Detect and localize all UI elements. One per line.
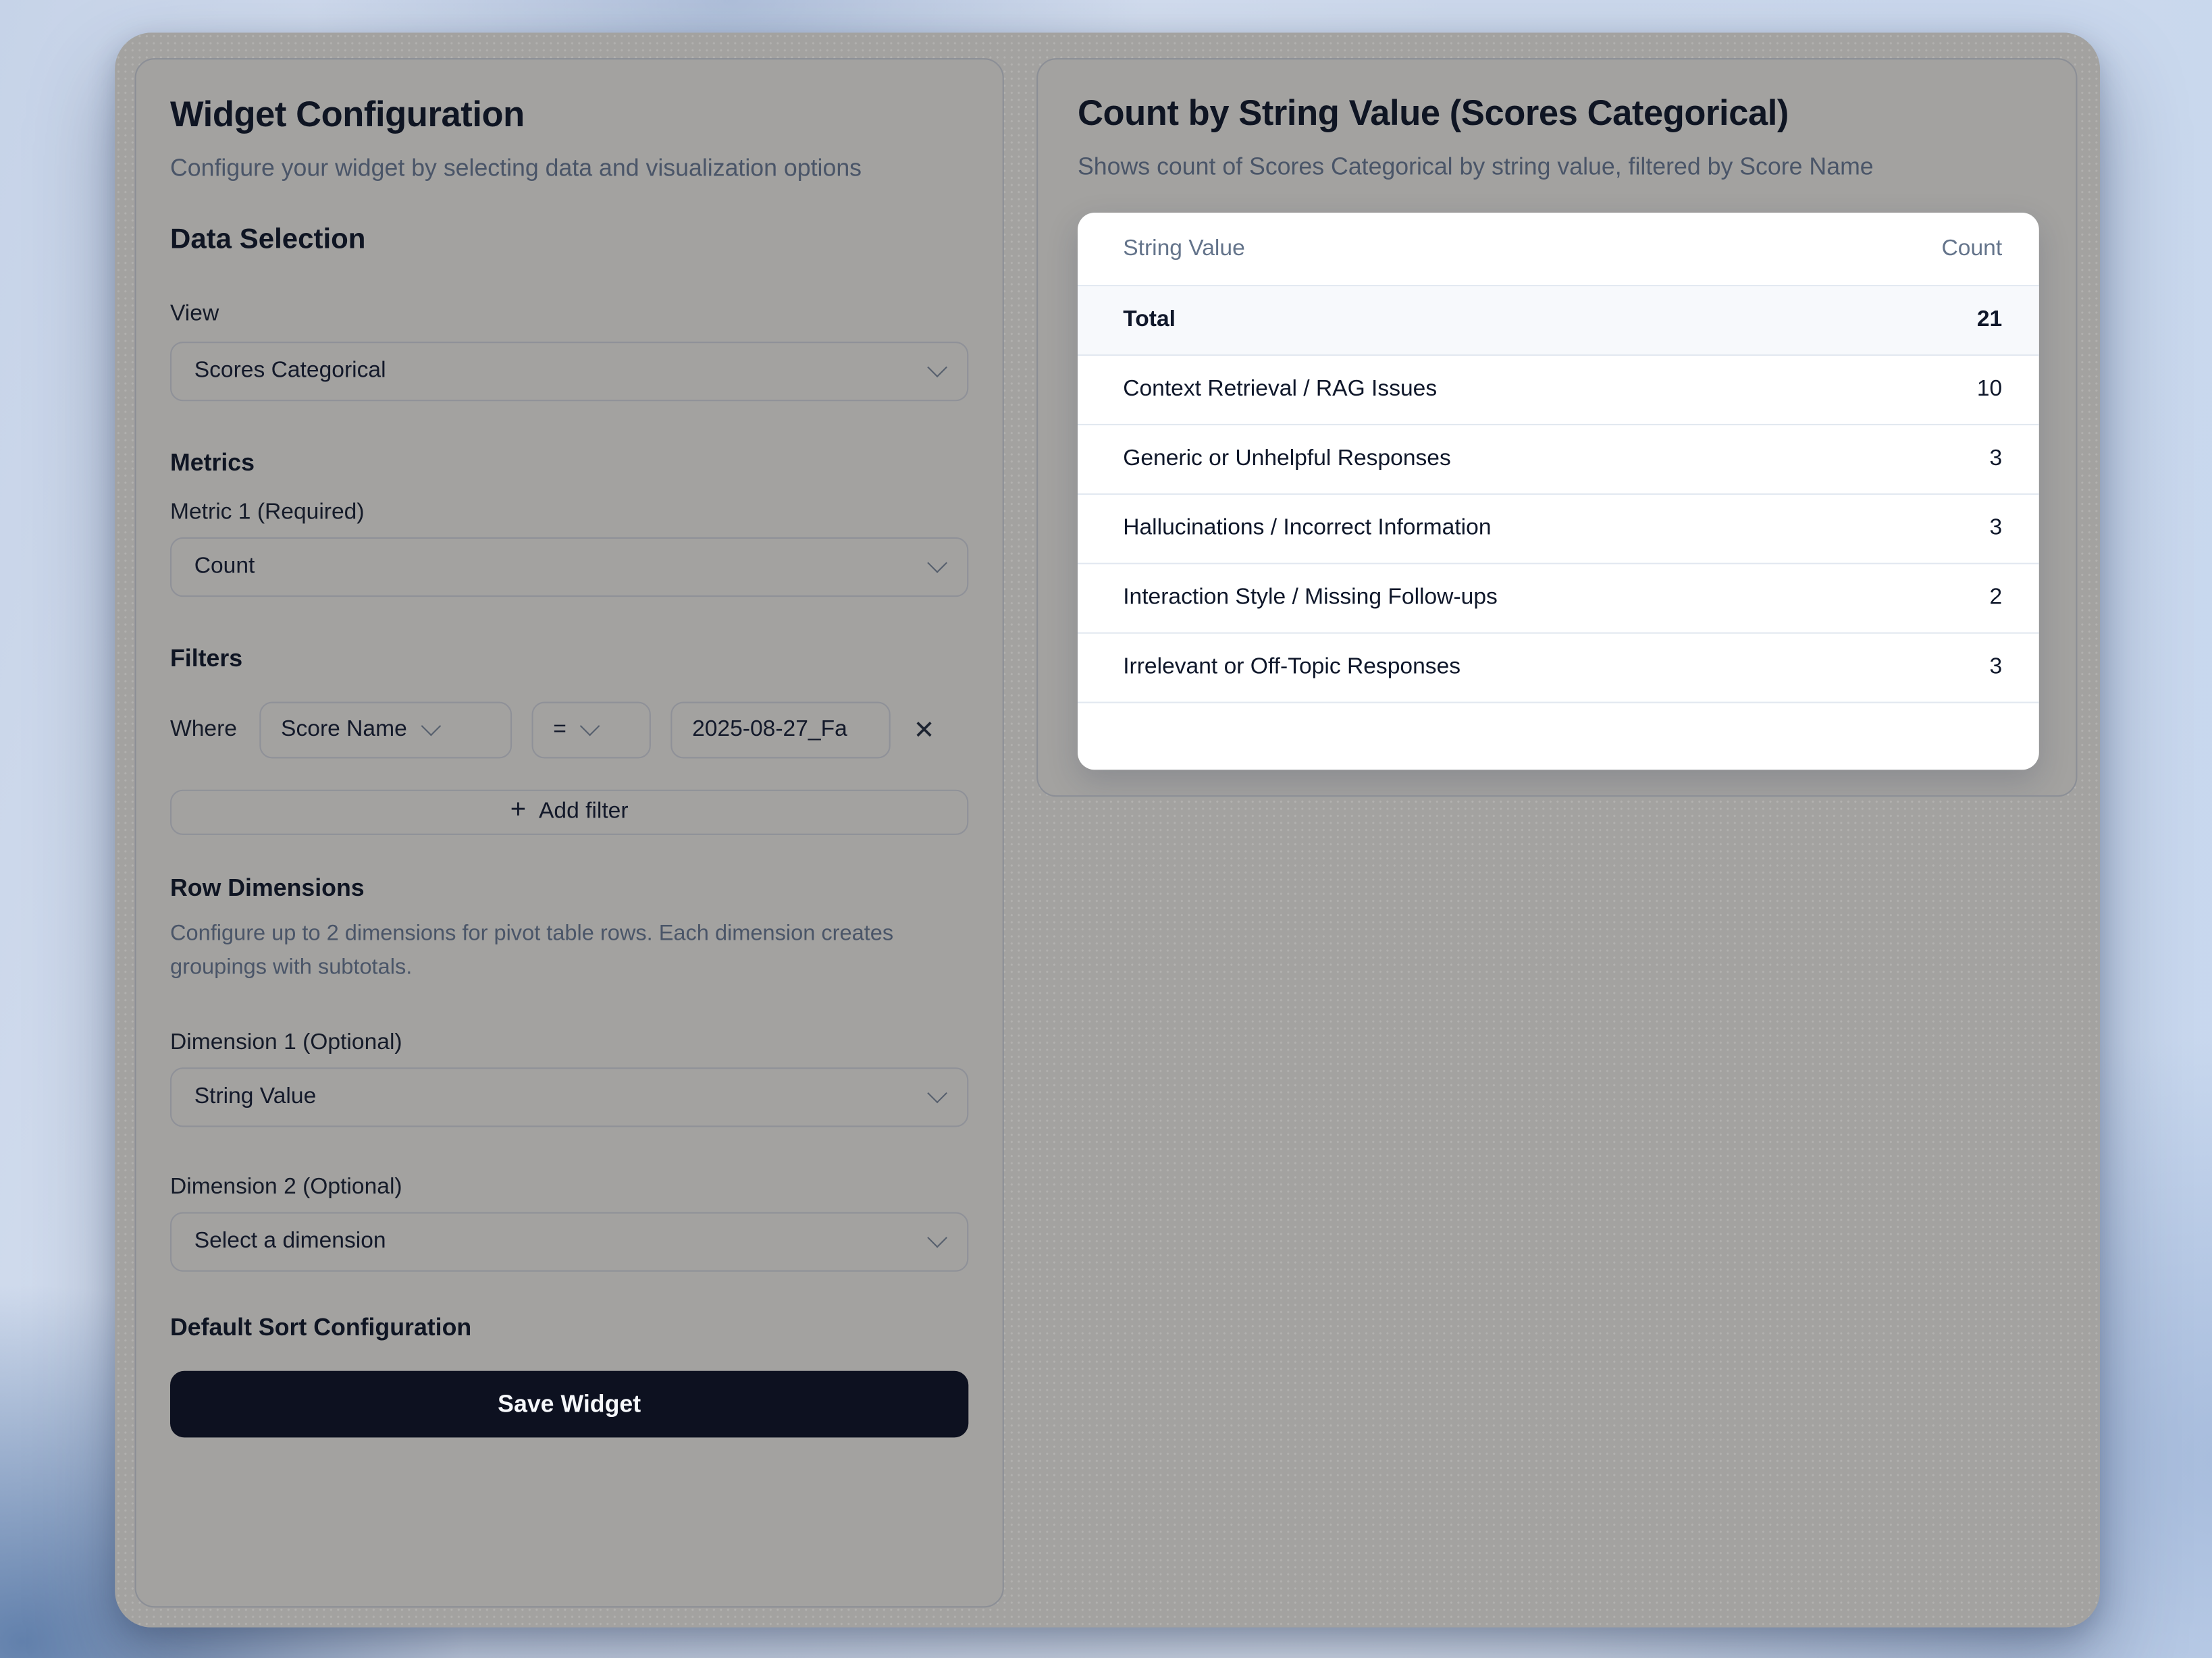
data-selection-heading: Data Selection [170, 224, 968, 257]
save-widget-label: Save Widget [498, 1390, 641, 1417]
dimension2-select-value: Select a dimension [194, 1229, 386, 1255]
table-row: Generic or Unhelpful Responses 3 [1078, 425, 2039, 495]
row-count: 3 [1989, 655, 2002, 680]
save-widget-button[interactable]: Save Widget [170, 1371, 968, 1438]
filter-operator-value: = [553, 718, 567, 743]
metrics-heading: Metrics [170, 450, 968, 478]
view-select[interactable]: Scores Categorical [170, 342, 968, 401]
filter-column-value: Score Name [281, 718, 407, 743]
row-label: Irrelevant or Off-Topic Responses [1123, 655, 1460, 680]
row-count: 10 [1977, 377, 2002, 403]
dimension2-select[interactable]: Select a dimension [170, 1212, 968, 1271]
close-icon: ✕ [914, 716, 935, 745]
row-count: 2 [1989, 585, 2002, 611]
page-title: Widget Configuration [170, 95, 968, 136]
filter-operator-select[interactable]: = [532, 702, 651, 759]
dimension1-select-value: String Value [194, 1084, 317, 1110]
chevron-down-icon [927, 1084, 947, 1104]
metric1-label: Metric 1 (Required) [170, 500, 968, 526]
chevron-down-icon [581, 716, 601, 737]
metric1-select[interactable]: Count [170, 537, 968, 597]
preview-subtitle: Shows count of Scores Categorical by str… [1078, 147, 2036, 187]
filter-column-select[interactable]: Score Name [260, 702, 512, 759]
add-filter-label: Add filter [539, 799, 629, 825]
row-count: 3 [1989, 516, 2002, 541]
dimension1-select[interactable]: String Value [170, 1067, 968, 1127]
page-subtitle: Configure your widget by selecting data … [170, 149, 910, 188]
pivot-table-card: String Value Count Total 21 Context Retr… [1078, 213, 2039, 770]
dimension2-label: Dimension 2 (Optional) [170, 1175, 968, 1201]
chevron-down-icon [927, 553, 947, 573]
row-dimensions-help: Configure up to 2 dimensions for pivot t… [170, 917, 968, 986]
filter-row: Where Score Name = 2025-08-27_Fa ✕ [170, 702, 968, 759]
chevron-down-icon [421, 716, 442, 737]
metric1-select-value: Count [194, 554, 255, 580]
total-count: 21 [1977, 308, 2002, 333]
add-filter-button[interactable]: + Add filter [170, 790, 968, 835]
remove-filter-button[interactable]: ✕ [910, 718, 937, 743]
filter-value-text: 2025-08-27_Fa [692, 718, 847, 743]
configuration-panel: Widget Configuration Configure your widg… [134, 58, 1003, 1607]
chevron-down-icon [927, 357, 947, 377]
filter-where-label: Where [170, 718, 237, 743]
table-header-row: String Value Count [1078, 213, 2039, 286]
column-header-string-value: String Value [1123, 236, 1245, 262]
row-count: 3 [1989, 447, 2002, 473]
table-total-row: Total 21 [1078, 286, 2039, 356]
row-label: Generic or Unhelpful Responses [1123, 447, 1451, 473]
view-label: View [170, 302, 968, 327]
widget-config-dialog: Widget Configuration Configure your widg… [115, 32, 2100, 1627]
desktop-background: Widget Configuration Configure your widg… [0, 0, 2212, 1658]
table-row: Interaction Style / Missing Follow-ups 2 [1078, 564, 2039, 634]
view-select-value: Scores Categorical [194, 358, 386, 384]
table-row: Hallucinations / Incorrect Information 3 [1078, 495, 2039, 564]
chevron-down-icon [927, 1228, 947, 1248]
table-row: Irrelevant or Off-Topic Responses 3 [1078, 634, 2039, 703]
filter-value-input[interactable]: 2025-08-27_Fa [671, 702, 891, 759]
row-label: Hallucinations / Incorrect Information [1123, 516, 1491, 541]
plus-icon: + [510, 795, 526, 826]
preview-panel: Count by String Value (Scores Categorica… [1036, 58, 2077, 797]
dimension1-label: Dimension 1 (Optional) [170, 1031, 968, 1057]
row-label: Interaction Style / Missing Follow-ups [1123, 585, 1498, 611]
column-header-count: Count [1942, 236, 2003, 262]
default-sort-heading: Default Sort Configuration [170, 1314, 968, 1343]
table-row: Context Retrieval / RAG Issues 10 [1078, 356, 2039, 425]
row-dimensions-heading: Row Dimensions [170, 875, 968, 903]
total-label: Total [1123, 308, 1176, 333]
preview-title: Count by String Value (Scores Categorica… [1078, 94, 2036, 135]
row-label: Context Retrieval / RAG Issues [1123, 377, 1437, 403]
filters-heading: Filters [170, 645, 968, 673]
